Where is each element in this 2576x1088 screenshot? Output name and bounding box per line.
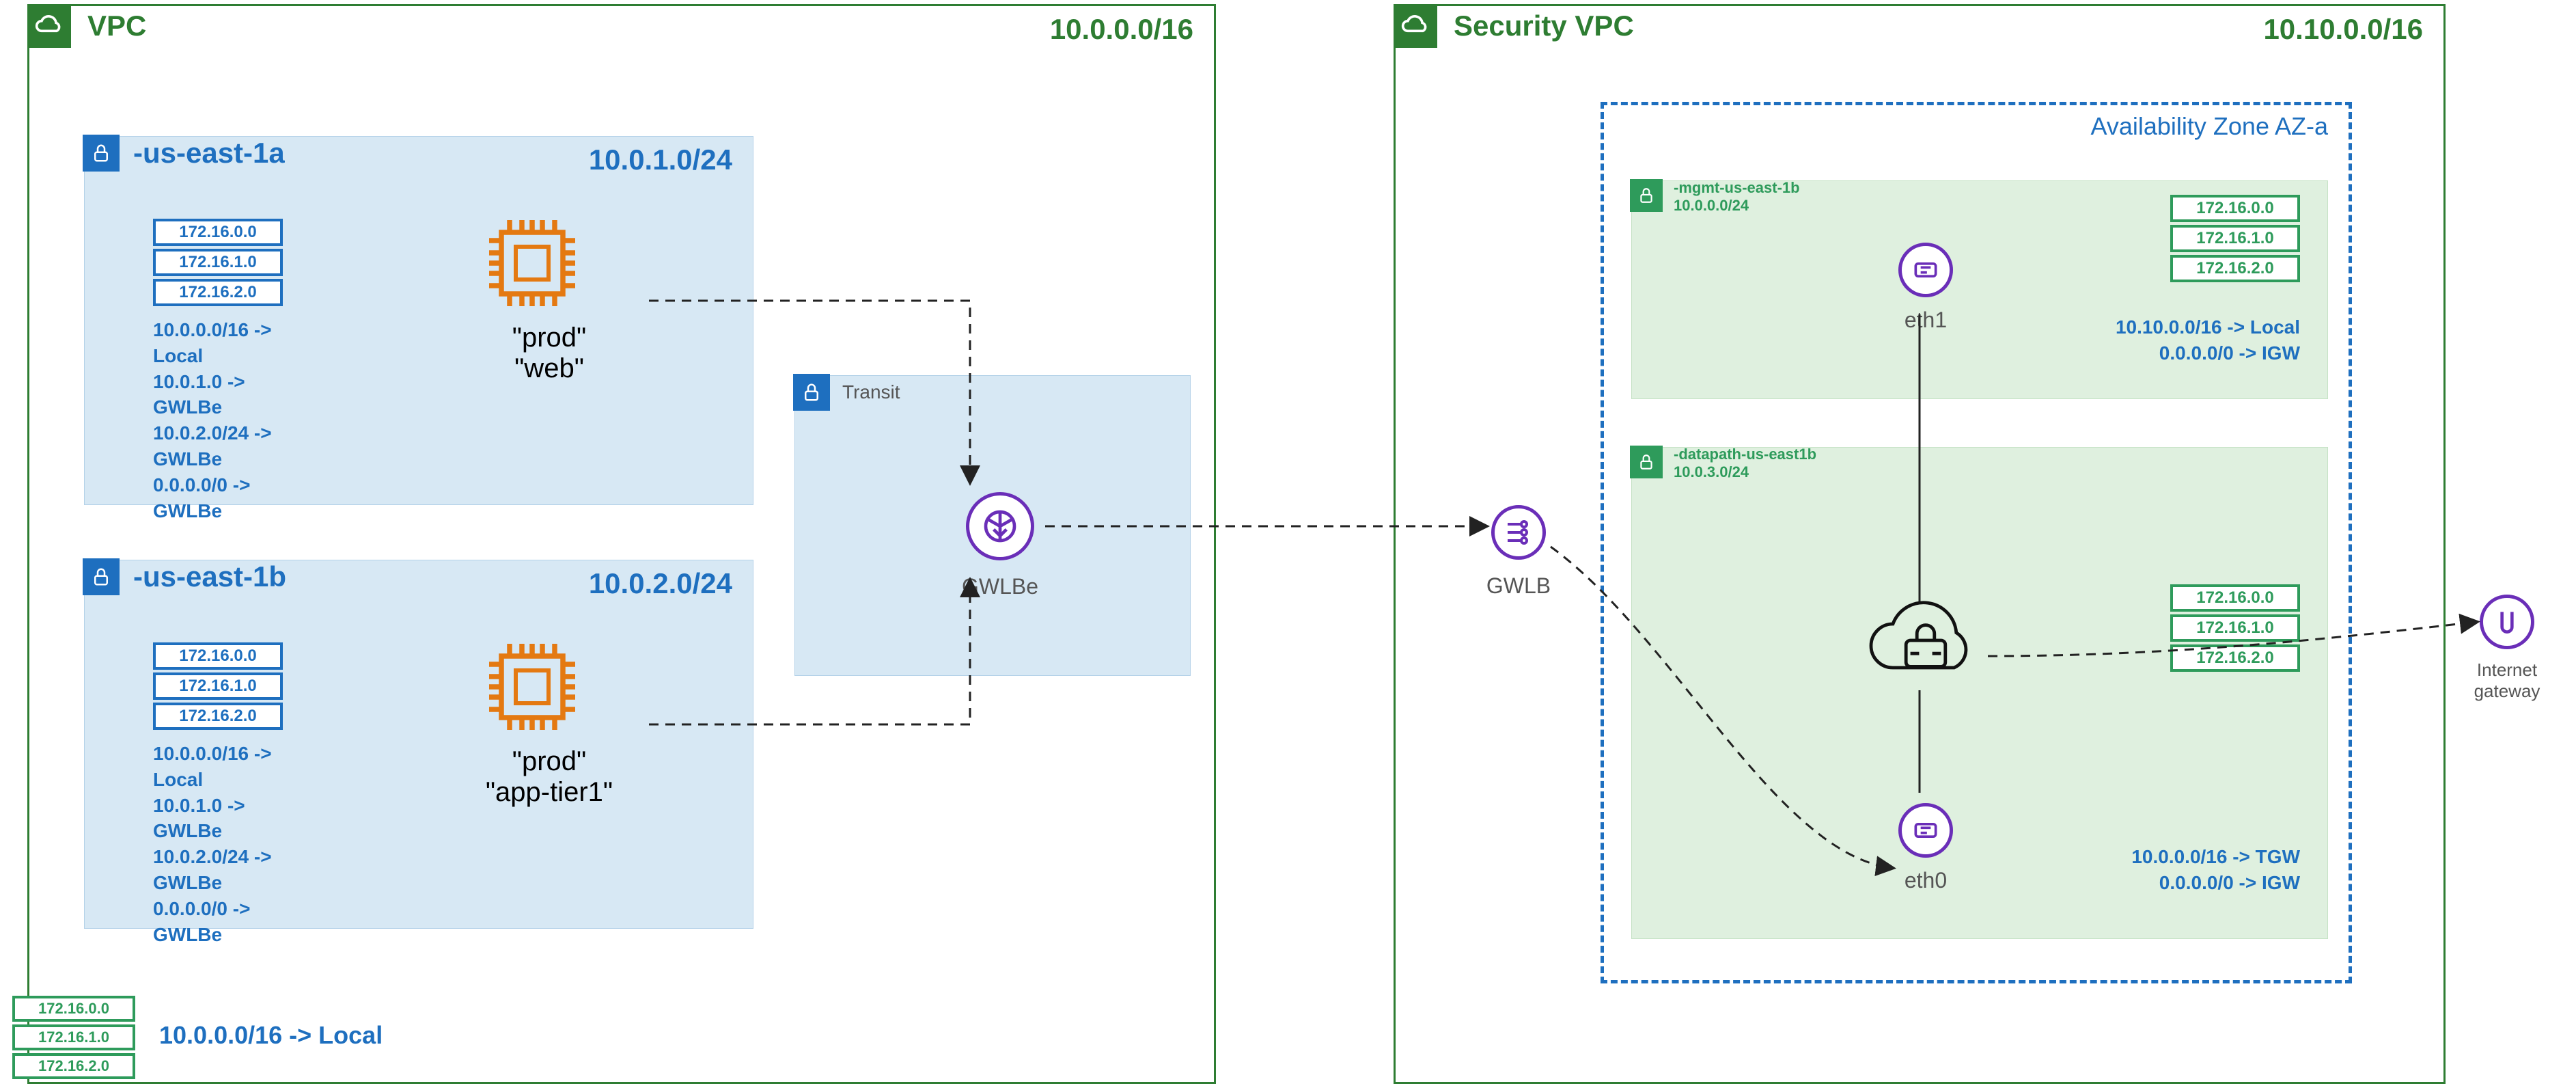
route-table-mgmt: 172.16.0.0 172.16.1.0 172.16.2.0 — [2170, 195, 2300, 285]
eni-eth0-icon — [1898, 803, 1953, 858]
lock-icon — [793, 374, 830, 411]
gwlb-label: GWLB — [1471, 573, 1566, 599]
ip-row: 172.16.0.0 — [2170, 584, 2300, 612]
routes-list: 10.0.0.0/16 -> TGW 0.0.0.0/0 -> IGW — [2131, 844, 2300, 896]
ip-row: 172.16.0.0 — [2170, 195, 2300, 222]
vpc-cidr: 10.10.0.0/16 — [2263, 13, 2423, 46]
gwlbe-label: GWLBe — [959, 574, 1041, 599]
instance-tags: "prod" "app-tier1" — [481, 746, 618, 808]
eth0-label: eth0 — [1892, 868, 1960, 893]
transit-label: Transit — [842, 381, 900, 403]
outer-route-table: 172.16.0.0 172.16.1.0 172.16.2.0 — [12, 996, 135, 1082]
ip-row: 172.16.1.0 — [12, 1024, 135, 1050]
ip-row: 172.16.1.0 — [2170, 225, 2300, 252]
subnet-us-east-1a: -us-east-1a 10.0.1.0/24 172.16.0.0 172.1… — [84, 136, 753, 505]
vpc-cidr: 10.0.0.0/16 — [1050, 13, 1193, 46]
ip-row: 172.16.1.0 — [2170, 614, 2300, 642]
gwlb-icon — [1491, 505, 1546, 560]
igw-label: Internet gateway — [2452, 659, 2562, 702]
ip-row: 172.16.0.0 — [12, 996, 135, 1022]
transit-subnet: Transit GWLBe — [794, 375, 1191, 676]
subnet-mgmt: -mgmt-us-east-1b 10.0.0.0/24 eth1 172.16… — [1631, 180, 2328, 399]
routes-list: 10.0.0.0/16 -> Local 10.0.1.0 -> GWLBe 1… — [153, 317, 283, 523]
vpc-title: Security VPC — [1454, 10, 1634, 42]
ip-row: 172.16.2.0 — [153, 279, 283, 306]
ip-row: 172.16.2.0 — [153, 703, 283, 730]
ip-row: 172.16.2.0 — [12, 1053, 135, 1079]
ip-row: 172.16.2.0 — [2170, 255, 2300, 282]
vpc-title: VPC — [87, 10, 146, 42]
ngfw-cloud-icon — [1857, 591, 1994, 701]
cpu-chip-icon — [481, 212, 583, 314]
ip-row: 172.16.1.0 — [153, 249, 283, 276]
subnet-datapath: -datapath-us-east1b 10.0.3.0/24 eth0 172… — [1631, 447, 2328, 939]
subnet-name: -datapath-us-east1b — [1674, 446, 1816, 463]
eni-eth1-icon — [1898, 243, 1953, 297]
lock-icon — [83, 558, 120, 595]
ip-row: 172.16.2.0 — [2170, 644, 2300, 672]
lock-icon — [1630, 179, 1663, 212]
route-table-a: 172.16.0.0 172.16.1.0 172.16.2.0 10.0.0.… — [153, 219, 283, 523]
eth1-label: eth1 — [1892, 308, 1960, 333]
subnet-name: -us-east-1b — [133, 560, 286, 593]
ip-row: 172.16.0.0 — [153, 219, 283, 246]
subnet-cidr: 10.0.1.0/24 — [589, 144, 732, 176]
subnet-us-east-1b: -us-east-1b 10.0.2.0/24 172.16.0.0 172.1… — [84, 560, 753, 929]
subnet-cidr: 10.0.0.0/24 — [1674, 197, 1800, 215]
subnet-name: -us-east-1a — [133, 137, 285, 169]
route-table-b: 172.16.0.0 172.16.1.0 172.16.2.0 10.0.0.… — [153, 642, 283, 947]
cloud-vpc-icon — [1394, 4, 1437, 48]
subnet-cidr: 10.0.3.0/24 — [1674, 463, 1816, 481]
internet-gateway-icon — [2480, 595, 2534, 649]
ip-row: 172.16.1.0 — [153, 672, 283, 700]
routes-list: 10.10.0.0/16 -> Local 0.0.0.0/0 -> IGW — [2116, 314, 2300, 366]
routes-list: 10.0.0.0/16 -> Local 10.0.1.0 -> GWLBe 1… — [153, 741, 283, 947]
subnet-cidr: 10.0.2.0/24 — [589, 567, 732, 600]
compute-chip-a: "prod" "web" — [481, 212, 618, 384]
availability-zone: Availability Zone AZ-a -mgmt-us-east-1b … — [1601, 102, 2352, 983]
lock-icon — [83, 135, 120, 172]
cloud-vpc-icon — [27, 4, 71, 48]
ip-row: 172.16.0.0 — [153, 642, 283, 670]
subnet-name: -mgmt-us-east-1b — [1674, 179, 1800, 197]
cpu-chip-icon — [481, 636, 583, 738]
az-title: Availability Zone AZ-a — [2090, 112, 2328, 141]
instance-tags: "prod" "web" — [481, 323, 618, 384]
route-table-datapath: 172.16.0.0 172.16.1.0 172.16.2.0 — [2170, 584, 2300, 675]
gwlbe-icon — [966, 492, 1034, 560]
outer-route: 10.0.0.0/16 -> Local — [159, 1021, 383, 1050]
lock-icon — [1630, 446, 1663, 478]
compute-chip-b: "prod" "app-tier1" — [481, 636, 618, 808]
vpc-left: VPC 10.0.0.0/16 -us-east-1a 10.0.1.0/24 … — [27, 4, 1216, 1084]
vpc-right: Security VPC 10.10.0.0/16 Availability Z… — [1394, 4, 2446, 1084]
